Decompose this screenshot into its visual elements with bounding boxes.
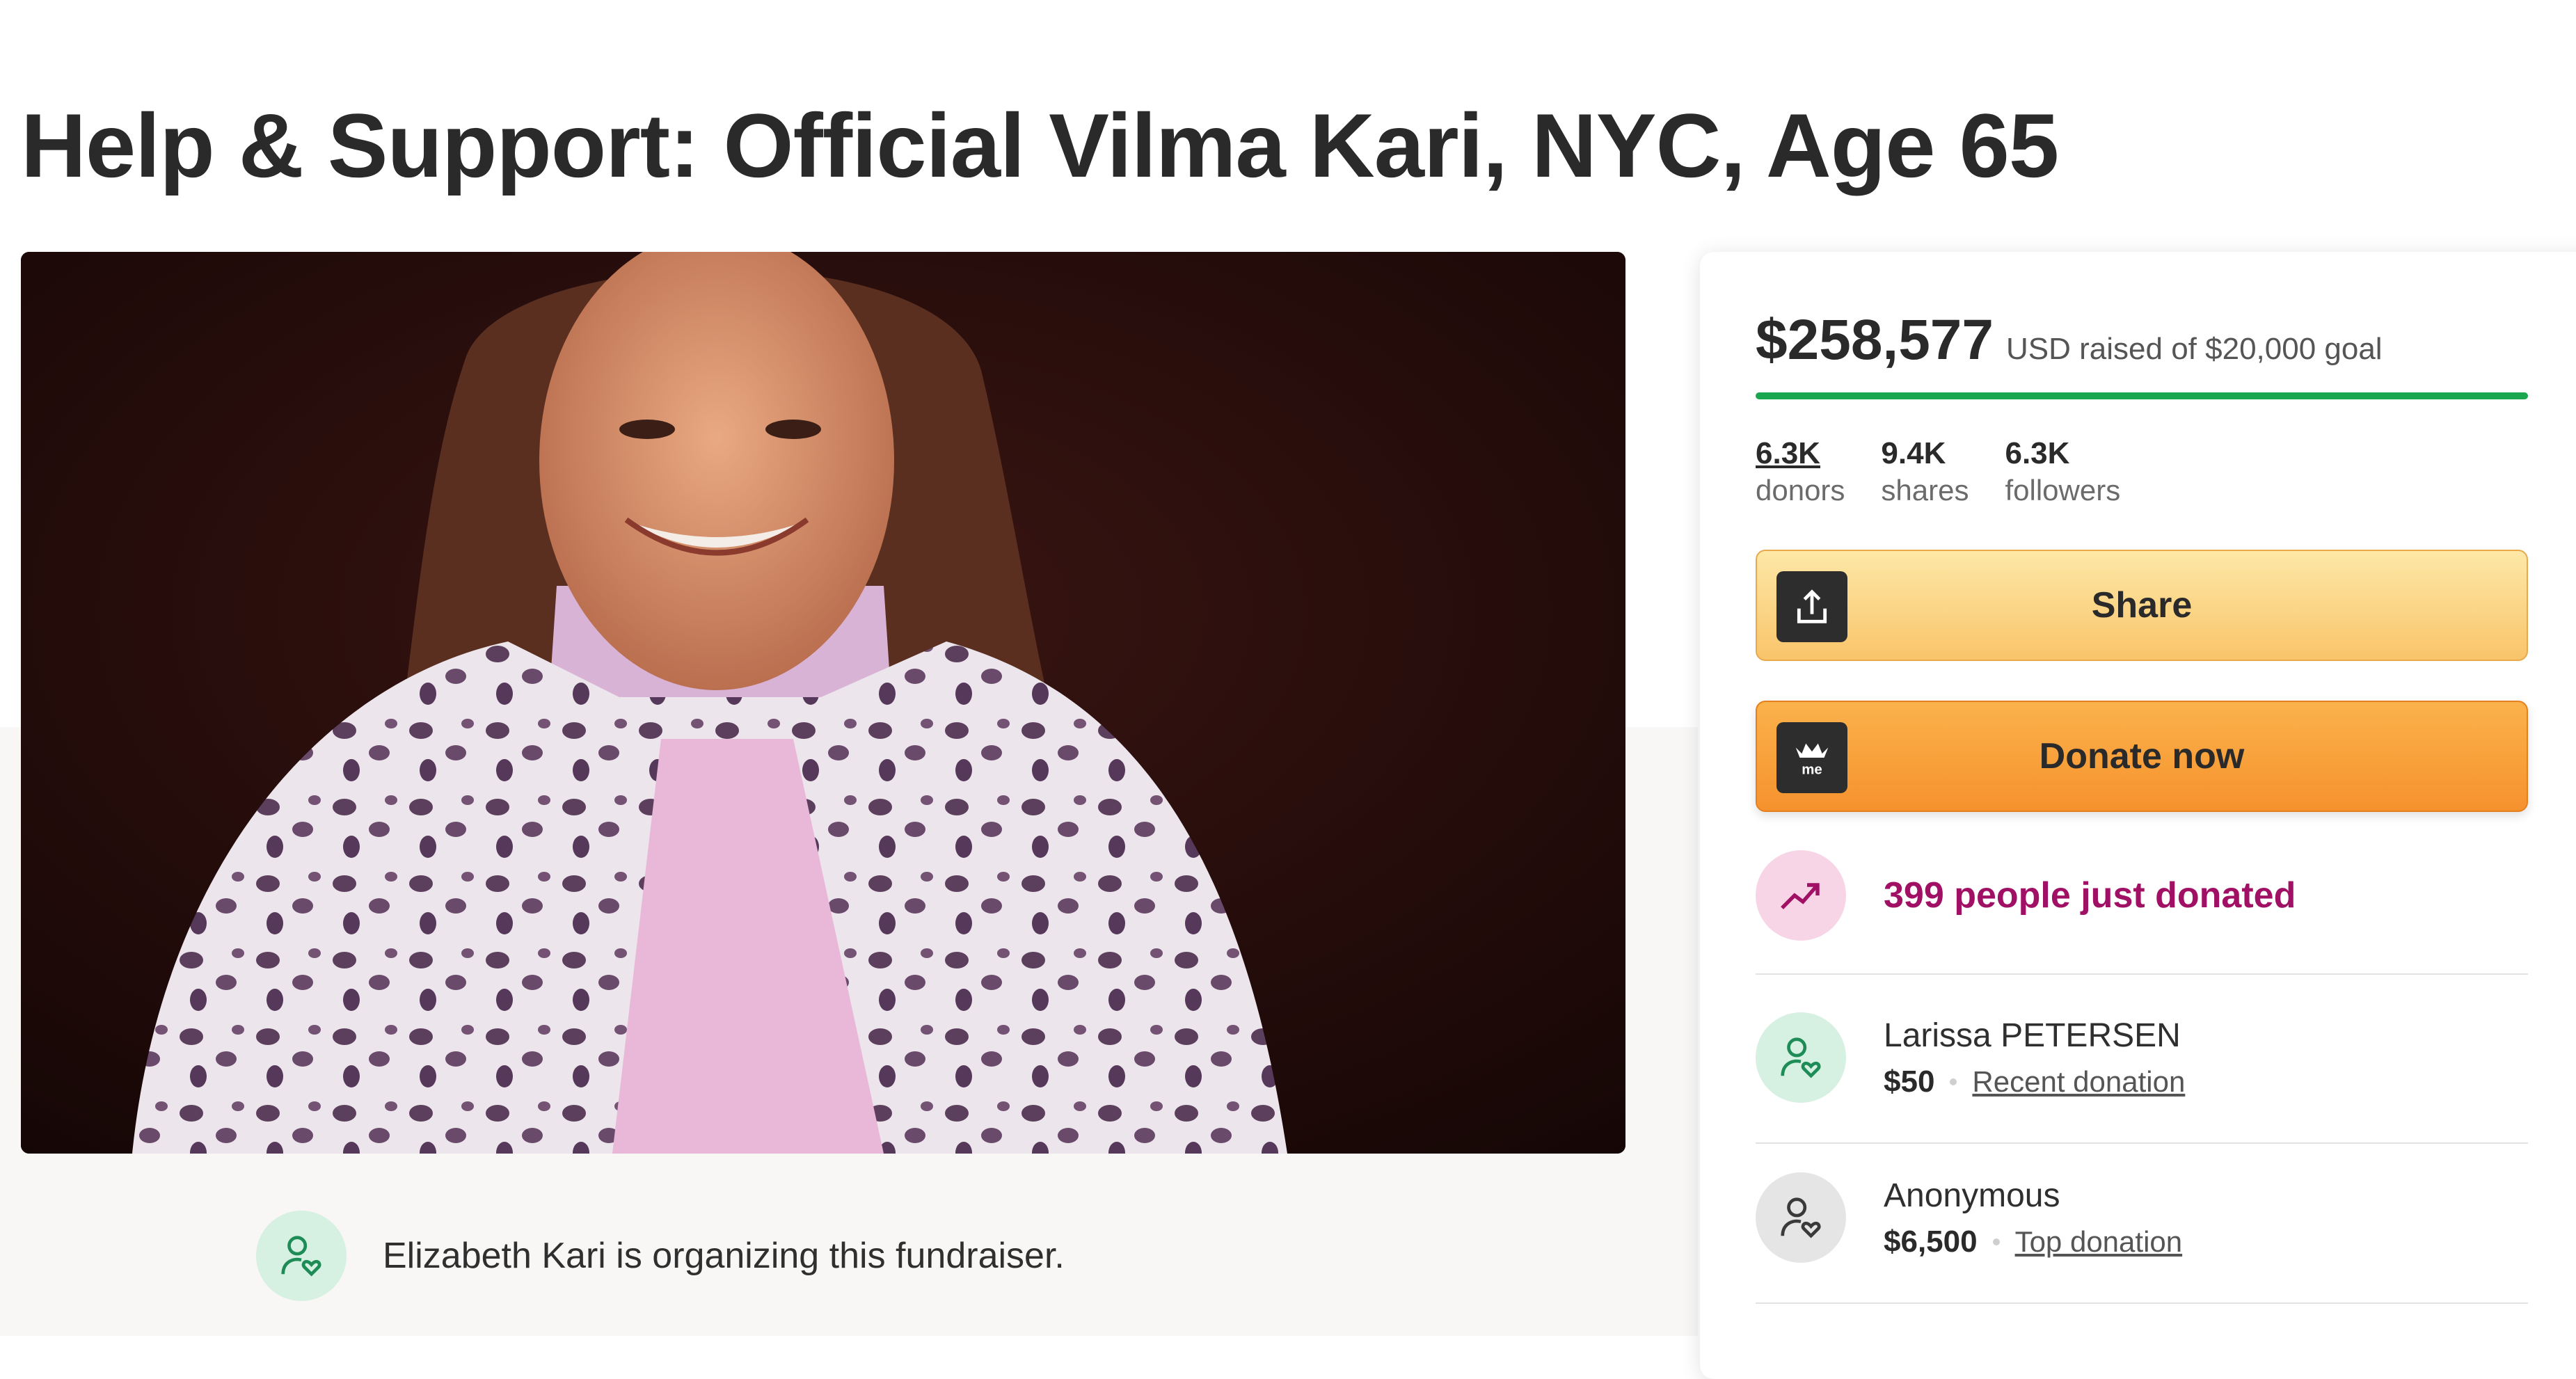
share-icon xyxy=(1776,571,1847,642)
donor-avatar xyxy=(1756,1012,1846,1103)
trending-up-icon xyxy=(1781,883,1820,909)
divider xyxy=(1756,1302,2528,1304)
stat-donors-label: donors xyxy=(1756,474,1845,507)
photo-of-woman xyxy=(21,252,1625,1154)
donor-info: Larissa PETERSEN $50 Recent donation xyxy=(1884,1017,2185,1099)
progress-bar xyxy=(1756,392,2528,399)
donate-button-label: Donate now xyxy=(2039,736,2245,776)
donor-name: Anonymous xyxy=(1884,1177,2060,1214)
stats-row: 6.3K donors 9.4K shares 6.3K followers xyxy=(1756,434,2120,509)
donation-list-item: Anonymous $6,500 Top donation xyxy=(1756,1172,2528,1263)
donation-panel: $258,577 USD raised of $20,000 goal 6.3K… xyxy=(1700,252,2576,1379)
user-heart-icon xyxy=(281,1236,321,1277)
donation-amount: $50 xyxy=(1884,1064,1935,1099)
page-title: Help & Support: Official Vilma Kari, NYC… xyxy=(21,95,2059,196)
share-button[interactable]: Share xyxy=(1756,550,2528,661)
amount-raised: $258,577 xyxy=(1756,308,1994,372)
donor-info: Anonymous $6,500 Top donation xyxy=(1884,1177,2182,1259)
stat-shares: 9.4K shares xyxy=(1881,434,1969,509)
stat-donors[interactable]: 6.3K donors xyxy=(1756,434,1845,509)
organizer-text: Elizabeth Kari is organizing this fundra… xyxy=(383,1236,1065,1276)
donor-avatar xyxy=(1756,1172,1846,1263)
top-donation-link[interactable]: Top donation xyxy=(2015,1225,2183,1259)
organizer-avatar xyxy=(256,1211,347,1301)
recent-donation-link[interactable]: Recent donation xyxy=(1972,1065,2185,1099)
divider xyxy=(1756,1142,2528,1144)
stat-shares-label: shares xyxy=(1881,474,1969,507)
separator-dot xyxy=(1950,1078,1957,1085)
recent-activity-row: 399 people just donated xyxy=(1756,850,2528,941)
gofundme-logo-icon: me xyxy=(1776,722,1847,793)
stat-shares-value: 9.4K xyxy=(1881,436,1946,470)
donation-amount: $6,500 xyxy=(1884,1224,1978,1259)
trending-up-icon-badge xyxy=(1756,850,1846,941)
recent-donors-text: 399 people just donated xyxy=(1884,875,2296,916)
share-button-label: Share xyxy=(2091,585,2193,625)
organizer-info: Elizabeth Kari is organizing this fundra… xyxy=(256,1211,1065,1301)
user-heart-icon xyxy=(1781,1037,1821,1078)
progress-bar-fill xyxy=(1756,392,2528,399)
stat-followers-label: followers xyxy=(2005,474,2121,507)
donate-now-button[interactable]: me Donate now xyxy=(1756,701,2528,812)
donor-details: $6,500 Top donation xyxy=(1884,1225,2182,1259)
separator-dot xyxy=(1992,1238,2000,1245)
stat-donors-value: 6.3K xyxy=(1756,436,1820,470)
donor-name: Larissa PETERSEN xyxy=(1884,1017,2181,1054)
fundraiser-hero-image xyxy=(21,252,1625,1154)
donor-details: $50 Recent donation xyxy=(1884,1065,2185,1099)
svg-text:me: me xyxy=(1802,762,1822,777)
donation-list-item: Larissa PETERSEN $50 Recent donation xyxy=(1756,1012,2528,1103)
goal-text: USD raised of $20,000 goal xyxy=(2006,332,2383,366)
stat-followers-value: 6.3K xyxy=(2005,436,2070,470)
stat-followers: 6.3K followers xyxy=(2005,434,2120,509)
user-heart-icon xyxy=(1781,1197,1821,1238)
amount-raised-block: $258,577 USD raised of $20,000 goal xyxy=(1756,308,2383,373)
divider xyxy=(1756,973,2528,975)
